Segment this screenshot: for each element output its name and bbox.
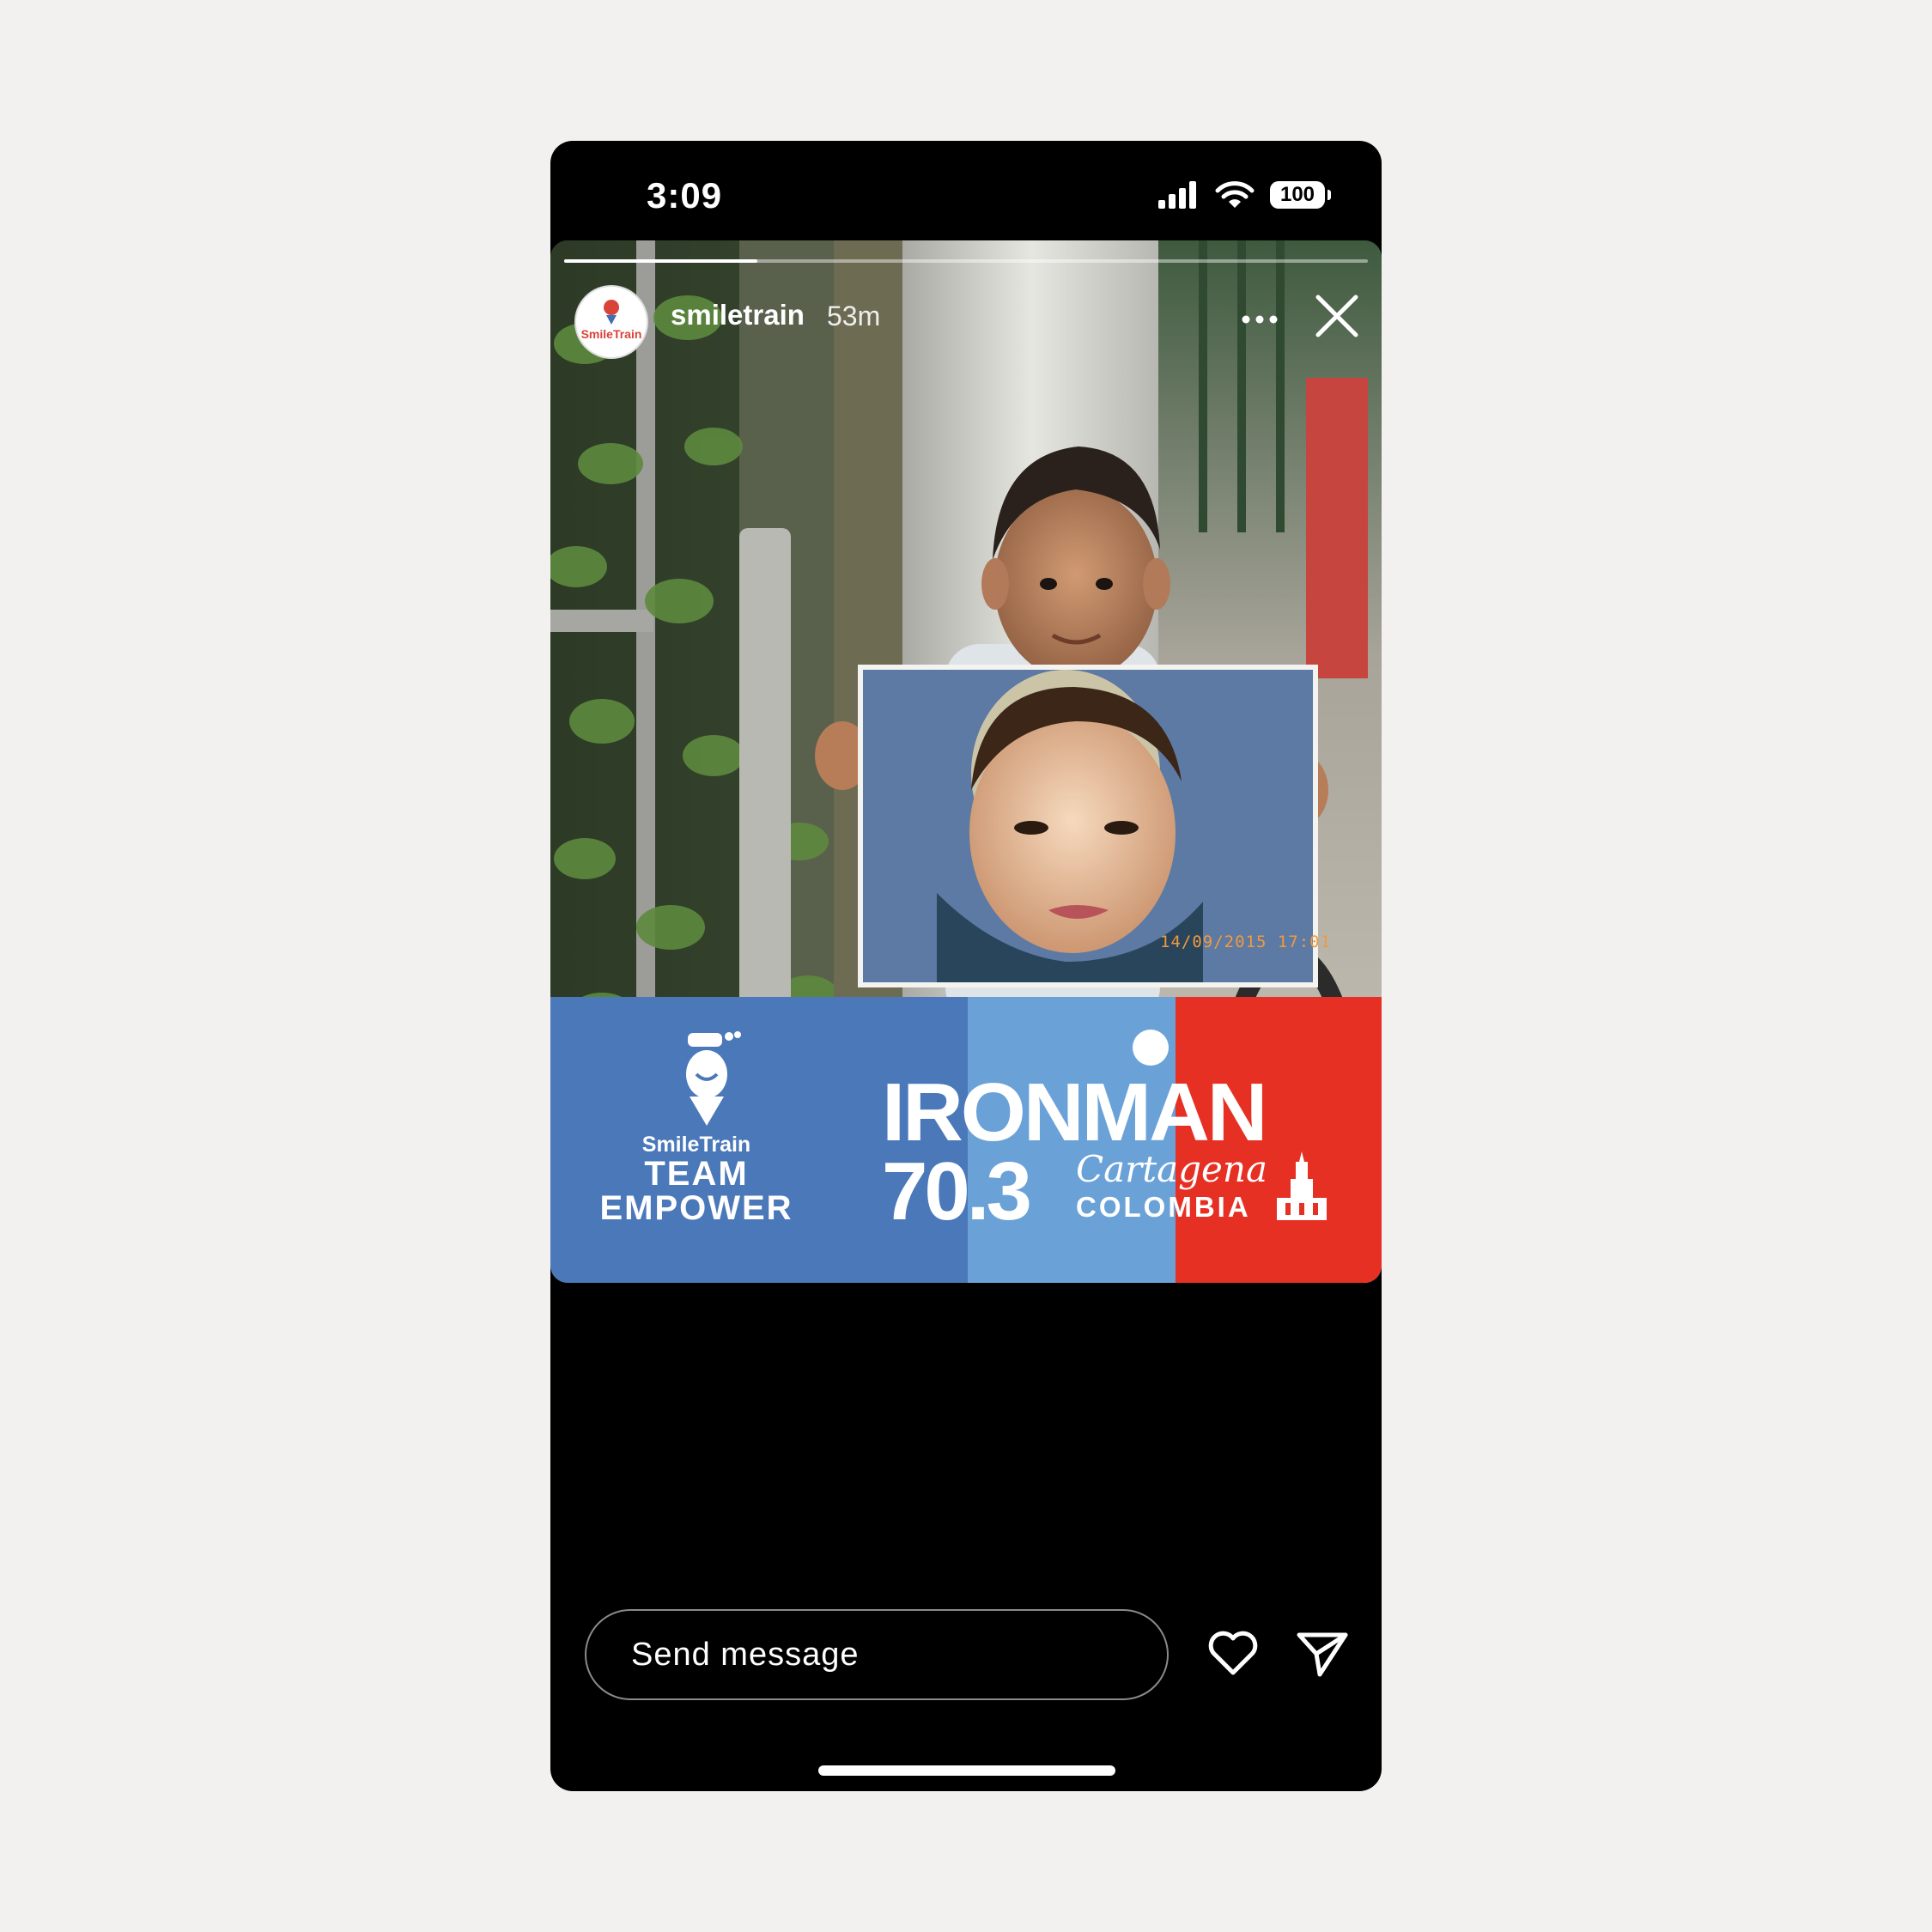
story-time-ago: 53m	[827, 301, 881, 331]
home-indicator[interactable]	[818, 1765, 1115, 1776]
status-time: 3:09	[647, 175, 723, 216]
battery-icon: 100	[1270, 181, 1331, 209]
more-icon[interactable]	[1234, 302, 1285, 337]
story-username[interactable]: smiletrain	[671, 299, 805, 331]
story-progress-bar	[564, 259, 1368, 263]
banner-brand: SmileTrain	[641, 1133, 751, 1157]
banner-team-line2: EMPOWER	[599, 1189, 793, 1227]
banner-city: Cartagena	[1076, 1148, 1268, 1190]
avatar-logo-text: SmileTrain	[581, 327, 642, 341]
wifi-icon	[1215, 181, 1255, 208]
smiletrain-mascot-icon	[686, 1031, 741, 1126]
story-progress-fill	[564, 259, 757, 263]
sponsor-banner: SmileTrain TEAM EMPOWER IRONMAN 70.3 Car…	[550, 997, 1382, 1283]
avatar[interactable]: SmileTrain	[574, 285, 648, 359]
banner-distance: 70.3	[882, 1145, 1032, 1237]
status-icons: 100	[1157, 180, 1331, 210]
signal-icon	[1158, 181, 1196, 209]
ironman-dot-icon	[1133, 1030, 1169, 1066]
heart-icon[interactable]	[1205, 1625, 1261, 1681]
close-icon[interactable]	[1311, 290, 1363, 342]
smiletrain-logo-icon: SmileTrain	[581, 300, 642, 341]
cathedral-icon	[1277, 1151, 1327, 1220]
banner-country: COLOMBIA	[1076, 1191, 1251, 1223]
banner-team-line1: TEAM	[644, 1155, 749, 1193]
send-message-input[interactable]: Send message	[585, 1609, 1169, 1700]
phone-screen: 3:09 100 14/09/2015 17:01 SmileTrain smi…	[550, 141, 1382, 1791]
story-media[interactable]: 14/09/2015 17:01 SmileTrain smiletrain 5…	[550, 240, 1382, 1283]
photo-timestamp: 14/09/2015 17:01	[1160, 933, 1332, 951]
send-icon[interactable]	[1294, 1625, 1351, 1681]
